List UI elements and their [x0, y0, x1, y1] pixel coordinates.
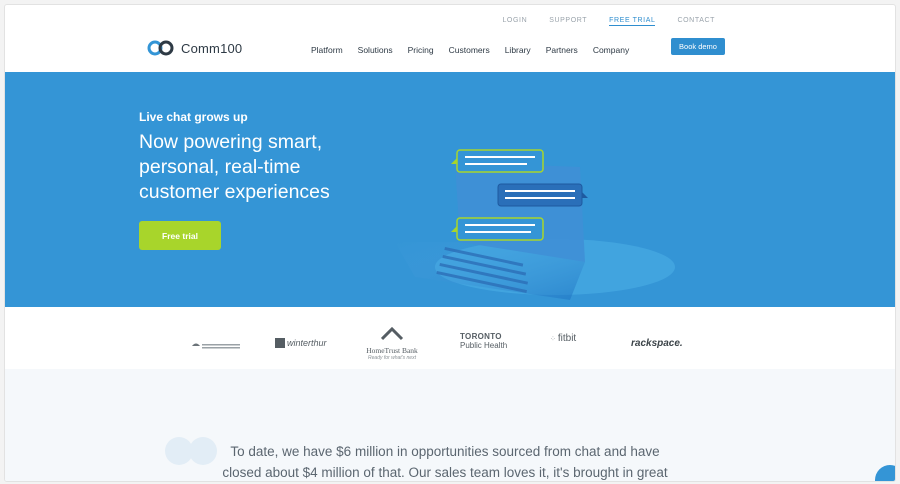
- browser-frame: LOGIN SUPPORT FREE TRIAL CONTACT Comm100…: [4, 4, 896, 482]
- hero-banner: Live chat grows up Now powering smart, p…: [5, 72, 895, 307]
- site-header: Comm100 Platform Solutions Pricing Custo…: [5, 35, 895, 69]
- toronto-text: TORONTO: [460, 332, 502, 341]
- free-trial-button[interactable]: Free trial: [139, 221, 221, 250]
- logo-hometrust: HomeTrust Bank Ready for what's next: [361, 326, 423, 361]
- credit-union-logo-icon: [192, 343, 240, 349]
- testimonial-quote: To date, we have $6 million in opportuni…: [185, 441, 705, 481]
- main-nav: Platform Solutions Pricing Customers Lib…: [311, 45, 629, 55]
- quote-line: closed about $4 million of that. Our sal…: [222, 465, 668, 480]
- nav-solutions[interactable]: Solutions: [358, 45, 393, 55]
- client-logos: winterthur HomeTrust Bank Ready for what…: [5, 307, 895, 369]
- fitbit-dots-icon: ⁘: [550, 335, 556, 343]
- winterthur-mark-icon: [275, 338, 285, 348]
- testimonial-section: To date, we have $6 million in opportuni…: [5, 369, 895, 481]
- chat-launcher-button[interactable]: [875, 465, 895, 481]
- comm100-logo-icon: [147, 40, 174, 56]
- fitbit-text: fitbit: [557, 333, 577, 344]
- hometrust-tagline: Ready for what's next: [368, 355, 416, 361]
- nav-pricing[interactable]: Pricing: [408, 45, 434, 55]
- nav-partners[interactable]: Partners: [546, 45, 578, 55]
- hero-headline-line: Now powering smart,: [139, 131, 323, 153]
- logo-rackspace: rackspace.: [631, 338, 683, 349]
- logo-fitbit: ⁘ fitbit: [550, 333, 576, 344]
- brand-name: Comm100: [181, 40, 243, 56]
- nav-customers[interactable]: Customers: [449, 45, 490, 55]
- laptop-chat-illustration: [395, 149, 675, 300]
- nav-platform[interactable]: Platform: [311, 45, 343, 55]
- hometrust-roof-icon: [380, 326, 404, 341]
- login-link[interactable]: LOGIN: [502, 17, 527, 26]
- support-link[interactable]: SUPPORT: [549, 17, 587, 26]
- winterthur-text: winterthur: [287, 338, 327, 348]
- toronto-sub-text: Public Health: [460, 341, 508, 350]
- book-demo-button[interactable]: Book demo: [671, 38, 725, 55]
- nav-company[interactable]: Company: [593, 45, 629, 55]
- free-trial-link[interactable]: FREE TRIAL: [609, 17, 656, 26]
- utility-nav: LOGIN SUPPORT FREE TRIAL CONTACT: [502, 17, 715, 26]
- contact-link[interactable]: CONTACT: [677, 17, 715, 26]
- logo-credit-union: [190, 337, 242, 355]
- hero-headline: Now powering smart, personal, real-time …: [139, 130, 399, 205]
- hero-eyebrow: Live chat grows up: [139, 110, 248, 124]
- logo-toronto-public-health: TORONTO Public Health: [460, 332, 507, 350]
- logo-winterthur: winterthur: [275, 338, 327, 348]
- hero-headline-line: customer experiences: [139, 181, 330, 203]
- hometrust-text: HomeTrust Bank: [366, 346, 418, 355]
- brand-logo[interactable]: Comm100: [147, 40, 242, 56]
- hero-headline-line: personal, real-time: [139, 156, 301, 178]
- nav-library[interactable]: Library: [505, 45, 531, 55]
- quote-line: To date, we have $6 million in opportuni…: [230, 444, 660, 459]
